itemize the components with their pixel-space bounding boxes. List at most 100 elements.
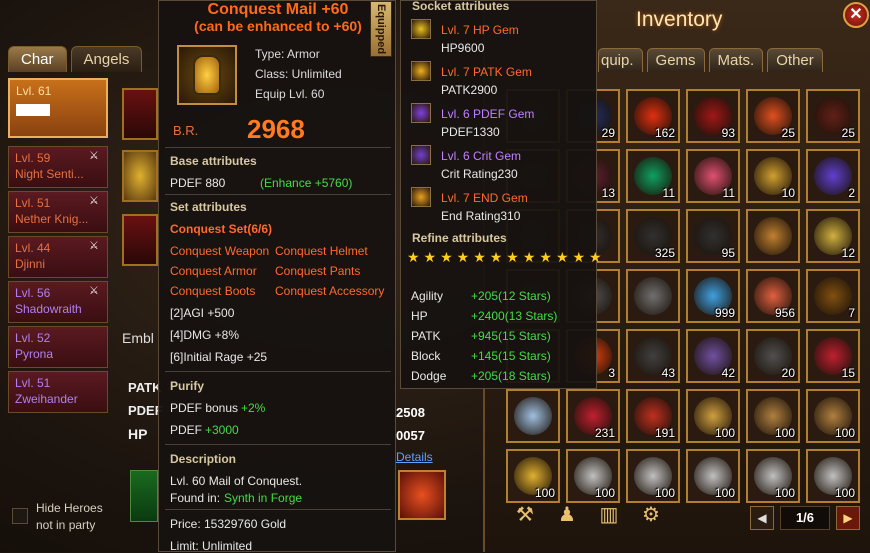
hide-heroes-checkbox[interactable]	[12, 508, 28, 524]
swap-icon[interactable]: ⚔	[89, 195, 103, 207]
inventory-slot[interactable]: 100	[626, 449, 680, 503]
item-count: 956	[774, 306, 795, 320]
skill-icon[interactable]	[398, 470, 446, 520]
set-attr-header: Set attributes	[170, 200, 247, 214]
set-bonus: [2]AGI +500	[170, 306, 235, 320]
inventory-slot[interactable]: 956	[746, 269, 800, 323]
inventory-slot[interactable]: 191	[626, 389, 680, 443]
stat-label-hp: HP	[128, 426, 148, 442]
inventory-slot[interactable]: 100	[686, 449, 740, 503]
prev-page-button[interactable]: ◀	[750, 506, 774, 530]
inventory-slot[interactable]: 100	[566, 449, 620, 503]
emblem-label: Embl	[122, 330, 154, 346]
hero-slot[interactable]: Lvl. 51 Nether Knig... ⚔	[8, 191, 108, 233]
inventory-slot[interactable]: 43	[626, 329, 680, 383]
inventory-slot[interactable]: 11	[626, 149, 680, 203]
equip-slot-weapon[interactable]	[122, 88, 158, 140]
inventory-slot[interactable]: 42	[686, 329, 740, 383]
item-count: 191	[654, 426, 675, 440]
item-count: 100	[594, 486, 615, 500]
inventory-slot[interactable]: 162	[626, 89, 680, 143]
item-icon	[634, 277, 672, 315]
stack-icon[interactable]: ▥	[594, 502, 624, 532]
close-button[interactable]: ✕	[843, 2, 869, 28]
inventory-slot[interactable]	[626, 269, 680, 323]
divider	[165, 147, 391, 148]
hero-slot-selected[interactable]: Lvl. 61	[8, 78, 108, 138]
item-count: 325	[654, 246, 675, 260]
swap-icon[interactable]: ⚔	[89, 150, 103, 162]
swap-icon[interactable]: ⚔	[89, 240, 103, 252]
inventory-slot[interactable]: 100	[746, 389, 800, 443]
hide-heroes-label: Hide Heroes not in party	[36, 500, 103, 534]
item-icon	[814, 157, 852, 195]
socket-header: Socket attributes	[412, 0, 510, 13]
tab-angels[interactable]: Angels	[70, 46, 143, 72]
inventory-slot[interactable]: 12	[806, 209, 860, 263]
set-item: Conquest Helmet	[275, 244, 368, 258]
hero-icon[interactable]: ♟	[552, 502, 582, 532]
next-page-button[interactable]: ▶	[836, 506, 860, 530]
gear-icon[interactable]: ⚙	[636, 502, 666, 532]
inventory-slot[interactable]: 100	[506, 449, 560, 503]
inventory-slot[interactable]: 7	[806, 269, 860, 323]
equip-slot-armor[interactable]	[122, 150, 158, 202]
skill-slot[interactable]	[130, 470, 158, 522]
inventory-slot[interactable]	[746, 209, 800, 263]
inventory-slot[interactable]: 95	[686, 209, 740, 263]
item-count: 10	[781, 186, 795, 200]
hero-name: Djinni	[15, 257, 46, 271]
inventory-slot[interactable]: 100	[746, 449, 800, 503]
inventory-slot[interactable]: 100	[806, 389, 860, 443]
tab-gems[interactable]: Gems	[646, 48, 705, 72]
gem-icon	[411, 19, 431, 39]
equip-slot-pants[interactable]	[122, 214, 158, 266]
tab-equip[interactable]: quip.	[598, 48, 643, 72]
item-count: 7	[848, 306, 855, 320]
inventory-slot[interactable]: 11	[686, 149, 740, 203]
inventory-title: Inventory	[636, 8, 723, 31]
item-class: Class: Unlimited	[255, 67, 342, 81]
tab-other[interactable]: Other	[767, 48, 823, 72]
inventory-slot[interactable]: 100	[806, 449, 860, 503]
inventory-slot[interactable]: 25	[746, 89, 800, 143]
inventory-slot[interactable]: 231	[566, 389, 620, 443]
divider	[165, 194, 391, 195]
inventory-slot[interactable]: 325	[626, 209, 680, 263]
sort-icon[interactable]: ⚒	[510, 502, 540, 532]
description-text: Lvl. 60 Mail of Conquest.	[170, 474, 303, 488]
set-item: Conquest Boots	[170, 284, 256, 298]
hero-slot[interactable]: Lvl. 59 Night Senti... ⚔	[8, 146, 108, 188]
gem-icon	[411, 145, 431, 165]
item-count: 95	[721, 246, 735, 260]
hero-name: Zweihander	[15, 392, 78, 406]
inventory-slot[interactable]: 20	[746, 329, 800, 383]
limit: Limit: Unlimited	[170, 539, 253, 553]
inventory-slot[interactable]: 25	[806, 89, 860, 143]
inventory-slot[interactable]: 2	[806, 149, 860, 203]
item-count: 11	[722, 186, 735, 200]
inventory-slot[interactable]: 93	[686, 89, 740, 143]
tab-mats[interactable]: Mats.	[708, 48, 764, 72]
hero-slot[interactable]: Lvl. 44 Djinni ⚔	[8, 236, 108, 278]
base-stat: PDEF 880	[170, 176, 226, 190]
swap-icon[interactable]: ⚔	[89, 285, 103, 297]
item-count: 2	[848, 186, 855, 200]
armor-icon	[193, 55, 221, 95]
hero-slot[interactable]: Lvl. 51 Zweihander	[8, 371, 108, 413]
hero-slot[interactable]: Lvl. 52 Pyrona	[8, 326, 108, 368]
hero-slot[interactable]: Lvl. 56 Shadowraith ⚔	[8, 281, 108, 323]
inventory-slot[interactable]: 15	[806, 329, 860, 383]
item-count: 100	[774, 486, 795, 500]
set-item: Conquest Pants	[275, 264, 361, 278]
inventory-slot[interactable]: 999	[686, 269, 740, 323]
hide-heroes-toggle[interactable]: Hide Heroes not in party	[12, 500, 103, 534]
inventory-slot[interactable]	[506, 389, 560, 443]
inventory-slot[interactable]: 10	[746, 149, 800, 203]
inventory-slot[interactable]: 100	[686, 389, 740, 443]
tab-char[interactable]: Char	[8, 46, 67, 72]
stat-label-patk: PATK	[128, 380, 162, 395]
details-link[interactable]: Details	[396, 450, 433, 464]
refine-label: HP	[411, 309, 428, 323]
socket-tooltip: Socket attributes Lvl. 7 HP Gem HP9600 L…	[400, 0, 602, 389]
